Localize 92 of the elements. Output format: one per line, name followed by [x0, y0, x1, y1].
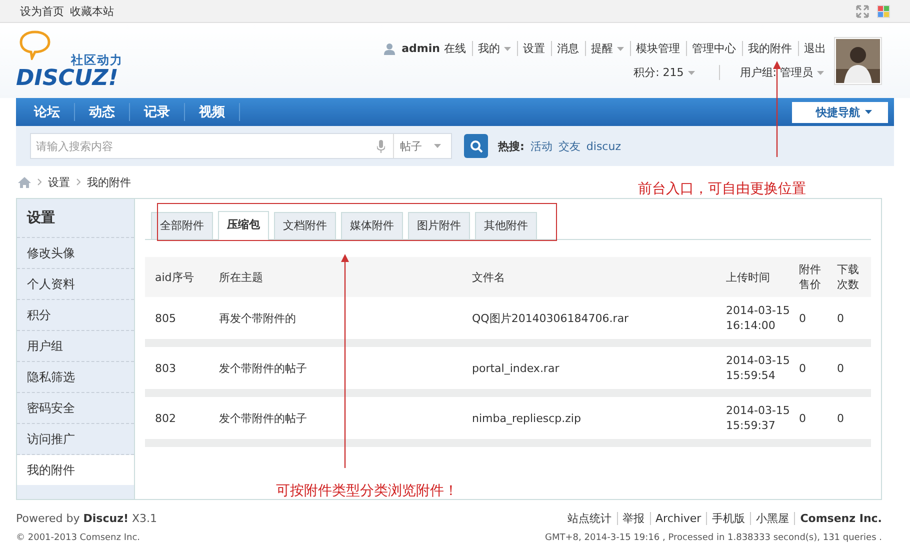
breadcrumb-link[interactable]: 我的附件	[87, 174, 131, 190]
footer-link[interactable]: 小黑屋	[750, 512, 790, 524]
table-cell-text: portal_index.rar	[471, 360, 560, 376]
footer-link[interactable]: Comsenz Inc.	[794, 512, 882, 524]
search-button[interactable]	[464, 134, 488, 158]
table-cell-text: 0	[798, 310, 807, 326]
tab[interactable]: 压缩包	[218, 211, 269, 240]
caret-icon	[434, 144, 441, 148]
user-icon	[384, 42, 395, 54]
tab[interactable]: 文档附件	[274, 212, 336, 239]
top-link[interactable]: 收藏本站	[70, 4, 114, 18]
sidebar-title: 设置	[17, 199, 134, 238]
table-cell-text: 发个带附件的帖子	[218, 410, 308, 426]
footer-link[interactable]: 举报	[616, 512, 645, 524]
caret-icon	[688, 70, 695, 74]
caret-icon	[817, 70, 824, 74]
user-menu-link[interactable]: 我的	[472, 41, 511, 56]
top-link[interactable]: 设为首页	[20, 4, 64, 18]
table-cell-text: 803	[154, 360, 177, 376]
footer-link[interactable]: 站点统计	[568, 512, 612, 524]
tab[interactable]: 图片附件	[408, 212, 470, 239]
home-icon[interactable]	[18, 176, 31, 188]
stats-text: GMT+8, 2014-3-15 19:16 , Processed in 1.838333 second(s), 131 queries .	[545, 533, 882, 543]
breadcrumb-link[interactable]: 设置	[48, 174, 70, 190]
tab[interactable]: 媒体附件	[341, 212, 403, 239]
table-cell-text: 0	[836, 310, 845, 326]
user-menu-link[interactable]: 管理中心	[686, 41, 736, 56]
table-cell-text: 802	[154, 410, 177, 426]
table-cell-text: nimba_repliescp.zip	[471, 410, 582, 426]
online-status: 在线	[444, 41, 466, 56]
column-header: 上传时间	[725, 270, 771, 284]
powered-by-text: Powered by Discuz! X3.1	[16, 512, 158, 524]
sidebar-item[interactable]: 积分	[17, 300, 134, 331]
annotation-text: 可按附件类型分类浏览附件！	[276, 482, 458, 500]
sidebar-item[interactable]: 个人资料	[17, 269, 134, 300]
table-cell-text: 0	[836, 360, 845, 376]
user-menu-link[interactable]: 消息	[551, 41, 579, 56]
annotation-text: 前台入口，可自由更换位置	[638, 180, 806, 198]
nav-tab[interactable]: 视频	[185, 103, 240, 121]
footer-link[interactable]: Archiver	[650, 512, 702, 524]
palette-icon[interactable]	[877, 4, 890, 18]
column-header: aid序号	[154, 270, 195, 284]
footer-link[interactable]: 手机版	[706, 512, 746, 524]
tab[interactable]: 其他附件	[475, 212, 537, 239]
avatar[interactable]	[834, 36, 882, 84]
username-link[interactable]: admin	[402, 42, 440, 55]
table-cell-text: 再发个带附件的	[218, 310, 297, 326]
user-menu-link[interactable]: 退出	[798, 41, 826, 56]
caret-icon	[617, 46, 624, 51]
search-icon	[470, 140, 482, 152]
microphone-icon[interactable]	[377, 140, 385, 152]
search-field[interactable]: 请输入搜索内容 帖子	[30, 133, 452, 159]
quick-nav-button[interactable]: 快捷导航	[792, 102, 888, 122]
sidebar-item[interactable]: 密码安全	[17, 393, 134, 424]
search-type-dropdown[interactable]: 帖子	[393, 134, 451, 158]
chevron-icon	[76, 178, 81, 186]
sidebar-item[interactable]: 修改头像	[17, 238, 134, 269]
table-cell-text: 0	[798, 360, 807, 376]
table-cell-text: 0	[798, 410, 807, 426]
table-cell-text: 发个带附件的帖子	[218, 360, 308, 376]
column-header: 下载次数	[836, 262, 860, 292]
caret-icon	[865, 110, 872, 114]
column-header: 附件售价	[798, 262, 822, 292]
copyright-text: © 2001-2013 Comsenz Inc.	[16, 533, 140, 543]
user-menu-link[interactable]: 我的附件	[742, 41, 792, 56]
column-header: 文件名	[471, 270, 506, 284]
table-cell-text: 2014-03-15 16:14:00	[725, 303, 791, 333]
chevron-icon	[37, 178, 42, 186]
nav-tab[interactable]: 记录	[130, 103, 185, 121]
user-menu-link[interactable]: 设置	[517, 41, 545, 56]
site-logo[interactable]: 社区动力 DISCUZ!	[16, 30, 136, 92]
fullscreen-icon[interactable]	[856, 4, 869, 18]
table-cell-text: 0	[836, 410, 845, 426]
points-menu[interactable]: 积分: 215	[634, 65, 684, 80]
table-cell-text: QQ图片20140306184706.rar	[471, 310, 630, 326]
table-cell-text: 805	[154, 310, 177, 326]
sidebar-item[interactable]: 用户组	[17, 331, 134, 362]
column-header: 所在主题	[218, 270, 264, 284]
table-cell-text: 2014-03-15 15:59:54	[725, 353, 791, 383]
tab[interactable]: 全部附件	[151, 212, 213, 239]
hot-search-link[interactable]: 交友	[558, 138, 580, 154]
sidebar-item[interactable]: 隐私筛选	[17, 362, 134, 393]
hot-search-link[interactable]: 活动	[530, 138, 552, 154]
sidebar-item[interactable]: 我的附件	[17, 455, 134, 485]
hot-search-link[interactable]: discuz	[586, 140, 621, 152]
nav-tab[interactable]: 论坛	[20, 103, 75, 121]
user-menu-link[interactable]: 提醒	[585, 41, 624, 56]
user-menu-link[interactable]: 模块管理	[630, 41, 680, 56]
caret-icon	[504, 46, 511, 51]
hot-search-label: 热搜:	[498, 138, 524, 154]
table-cell-text: 2014-03-15 15:59:37	[725, 403, 791, 433]
nav-tab[interactable]: 动态	[75, 103, 130, 121]
